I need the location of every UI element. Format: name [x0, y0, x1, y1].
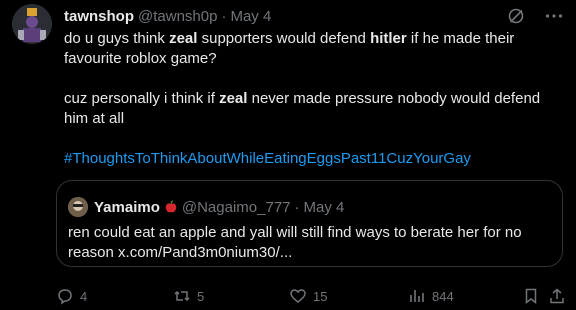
hashtag-link[interactable]: #ThoughtsToThinkAboutWhileEatingEggsPast… [64, 150, 471, 167]
more-options-icon[interactable] [544, 6, 564, 26]
quoted-text: ren could eat an apple and yall will sti… [68, 224, 522, 261]
apple-emoji-icon [164, 200, 178, 214]
tweet[interactable]: tawnshop @tawnsh0p · May 4 do u guys thi… [0, 0, 576, 310]
top-actions [506, 6, 564, 26]
repost-count: 5 [197, 288, 205, 304]
action-bar: 4 5 15 844 [56, 286, 566, 306]
avatar[interactable] [12, 4, 52, 44]
quoted-tweet[interactable]: Yamaimo @Nagaimo_777 · May 4 ren could e… [56, 180, 563, 267]
heart-icon [290, 289, 306, 303]
like-button[interactable]: 15 [289, 287, 327, 305]
share-icon [550, 288, 564, 304]
analytics-icon [410, 290, 424, 302]
share-button[interactable] [548, 287, 566, 305]
reply-icon [58, 289, 72, 305]
tweet-body: do u guys think zeal supporters would de… [64, 29, 559, 169]
view-count: 844 [432, 288, 454, 304]
repost-icon [174, 290, 190, 302]
quoted-author-handle[interactable]: @Nagaimo_777 [182, 199, 291, 216]
quoted-author-name[interactable]: Yamaimo [94, 199, 160, 216]
repost-button[interactable]: 5 [173, 287, 204, 305]
quoted-avatar[interactable] [68, 197, 88, 217]
quoted-tweet-header: Yamaimo @Nagaimo_777 · May 4 [68, 197, 344, 217]
separator-dot: · [294, 198, 300, 216]
bookmark-button[interactable] [522, 287, 540, 305]
tweet-paragraph-1: do u guys think zeal supporters would de… [64, 30, 515, 67]
reply-button[interactable]: 4 [56, 287, 87, 305]
bookmark-icon [525, 288, 537, 305]
grok-icon[interactable] [506, 6, 526, 26]
like-count: 15 [313, 288, 328, 304]
quoted-date[interactable]: May 4 [304, 199, 345, 216]
separator-dot: · [221, 7, 227, 25]
views-button[interactable]: 844 [408, 287, 454, 305]
author-name[interactable]: tawnshop [64, 8, 134, 25]
tweet-header: tawnshop @tawnsh0p · May 4 [64, 6, 271, 26]
author-handle[interactable]: @tawnsh0p [138, 8, 217, 25]
reply-count: 4 [80, 288, 88, 304]
tweet-paragraph-2: cuz personally i think if zeal never mad… [64, 90, 541, 127]
tweet-date[interactable]: May 4 [230, 8, 271, 25]
